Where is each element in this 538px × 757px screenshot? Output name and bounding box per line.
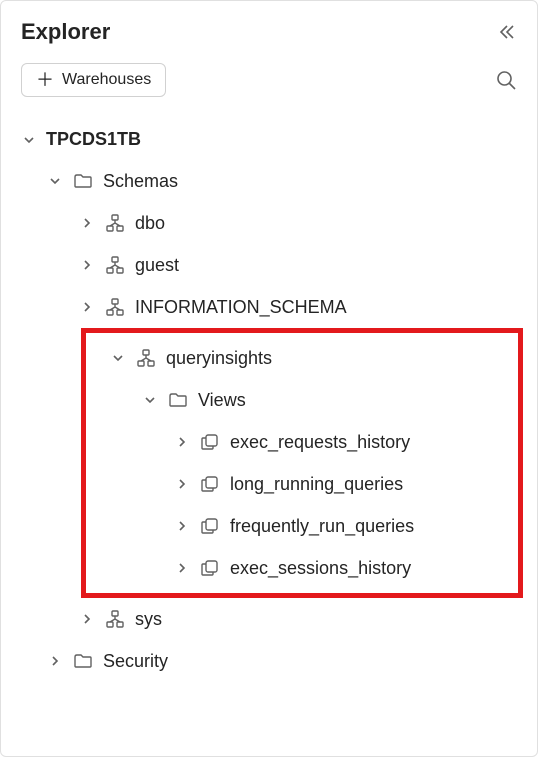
tree-node-schema-sys[interactable]: sys (17, 598, 529, 640)
chevron-down-icon (110, 350, 126, 366)
search-icon (495, 69, 517, 91)
schema-label: sys (135, 609, 162, 630)
schema-icon (104, 296, 126, 318)
schemas-label: Schemas (103, 171, 178, 192)
views-label: Views (198, 390, 246, 411)
chevron-right-icon (79, 215, 95, 231)
tree-node-schema-dbo[interactable]: dbo (17, 202, 529, 244)
tree-node-view[interactable]: exec_sessions_history (86, 547, 518, 589)
tree-node-view[interactable]: long_running_queries (86, 463, 518, 505)
double-chevron-left-icon (497, 22, 517, 42)
folder-icon (72, 170, 94, 192)
collapse-panel-button[interactable] (497, 22, 517, 42)
schema-label: queryinsights (166, 348, 272, 369)
schema-label: guest (135, 255, 179, 276)
tree-node-view[interactable]: exec_requests_history (86, 421, 518, 463)
chevron-down-icon (47, 173, 63, 189)
plus-icon: ＋ (36, 71, 54, 89)
tree-node-view[interactable]: frequently_run_queries (86, 505, 518, 547)
tree-node-schema-information-schema[interactable]: INFORMATION_SCHEMA (17, 286, 529, 328)
schema-label: INFORMATION_SCHEMA (135, 297, 347, 318)
tree-node-views[interactable]: Views (86, 379, 518, 421)
search-button[interactable] (495, 69, 517, 91)
database-label: TPCDS1TB (46, 129, 141, 150)
chevron-right-icon (79, 299, 95, 315)
chevron-right-icon (174, 476, 190, 492)
explorer-toolbar: ＋ Warehouses (1, 55, 537, 115)
chevron-right-icon (174, 560, 190, 576)
chevron-right-icon (79, 257, 95, 273)
view-icon (199, 515, 221, 537)
view-label: exec_requests_history (230, 432, 410, 453)
tree-node-security[interactable]: Security (17, 640, 529, 682)
add-warehouses-button[interactable]: ＋ Warehouses (21, 63, 166, 97)
view-label: frequently_run_queries (230, 516, 414, 537)
explorer-header: Explorer (1, 1, 537, 55)
schema-icon (104, 212, 126, 234)
view-icon (199, 557, 221, 579)
view-label: long_running_queries (230, 474, 403, 495)
highlighted-region: queryinsights Views (81, 328, 523, 598)
panel-title: Explorer (21, 19, 110, 45)
chevron-right-icon (47, 653, 63, 669)
folder-icon (167, 389, 189, 411)
security-label: Security (103, 651, 168, 672)
schema-icon (135, 347, 157, 369)
schema-icon (104, 608, 126, 630)
tree-node-schema-queryinsights[interactable]: queryinsights (86, 337, 518, 379)
view-icon (199, 431, 221, 453)
tree-node-schema-guest[interactable]: guest (17, 244, 529, 286)
view-icon (199, 473, 221, 495)
object-tree: TPCDS1TB Schemas dbo (1, 115, 537, 682)
warehouses-button-label: Warehouses (62, 71, 151, 89)
tree-node-schemas[interactable]: Schemas (17, 160, 529, 202)
view-label: exec_sessions_history (230, 558, 411, 579)
schema-icon (104, 254, 126, 276)
chevron-right-icon (174, 518, 190, 534)
folder-icon (72, 650, 94, 672)
tree-node-database[interactable]: TPCDS1TB (17, 119, 529, 160)
chevron-down-icon (21, 132, 37, 148)
chevron-right-icon (79, 611, 95, 627)
schema-label: dbo (135, 213, 165, 234)
chevron-down-icon (142, 392, 158, 408)
chevron-right-icon (174, 434, 190, 450)
